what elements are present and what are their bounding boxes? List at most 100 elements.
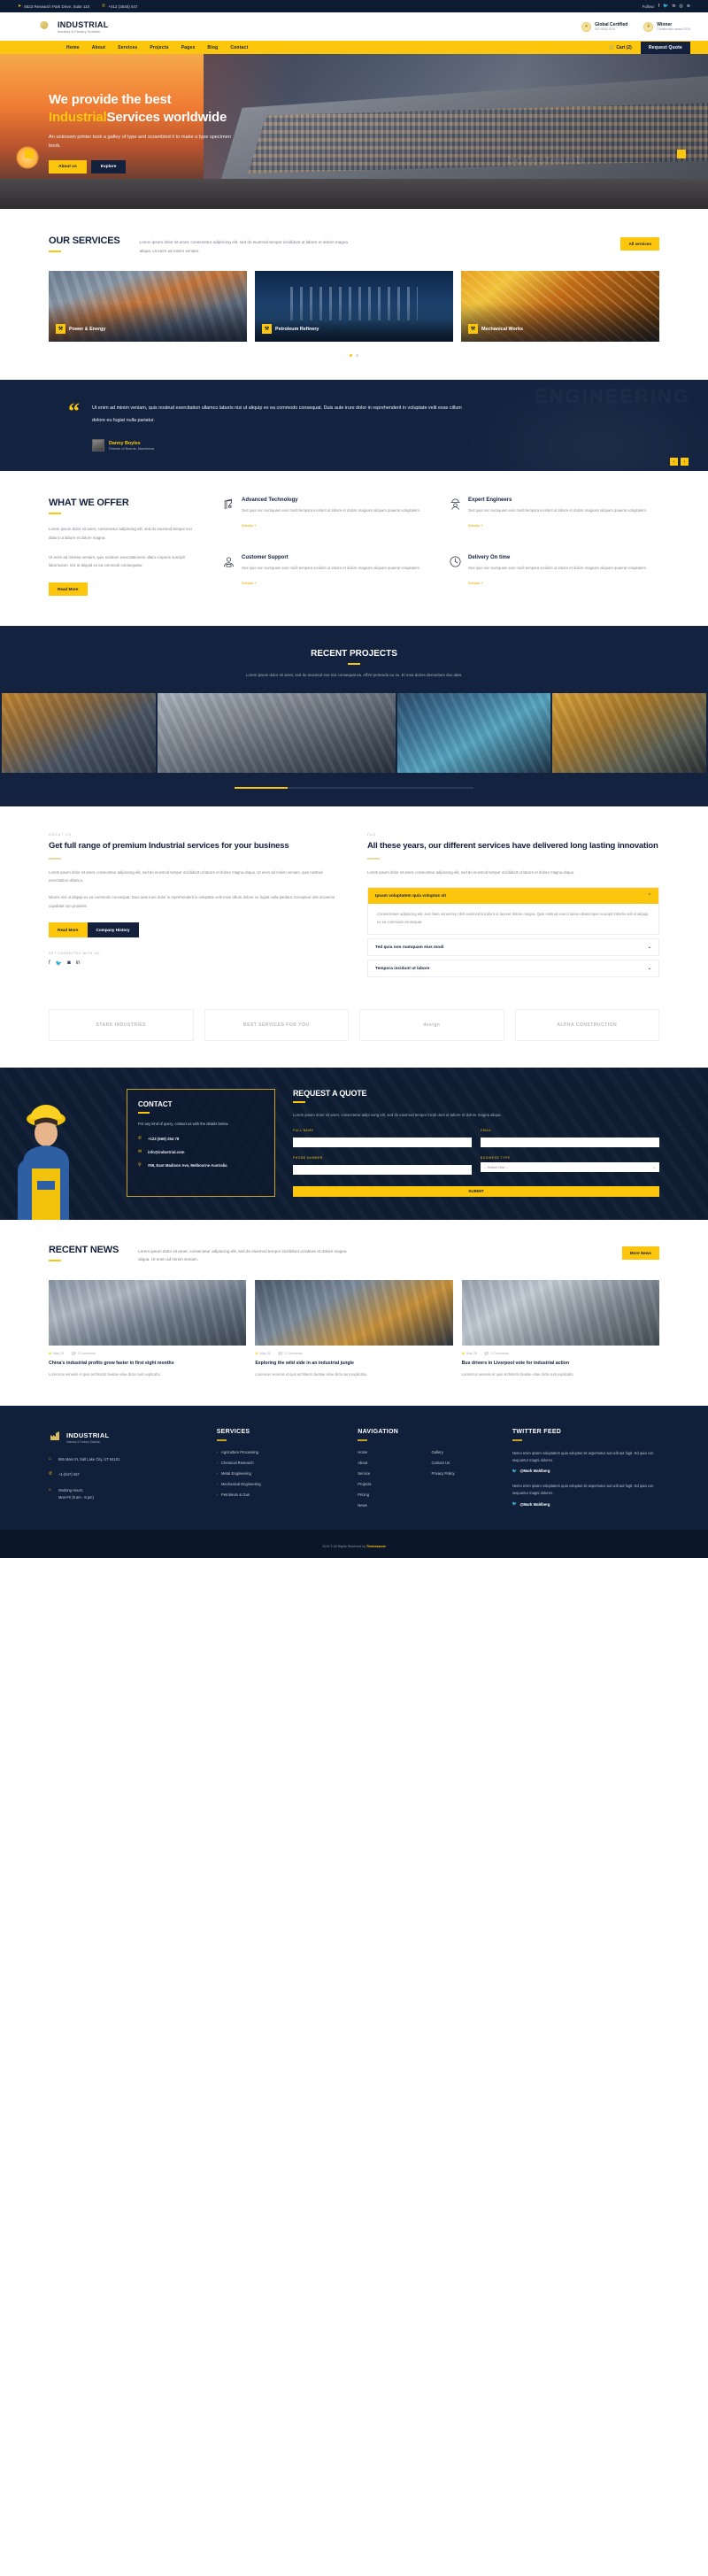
hero-explore-button[interactable]: Explore xyxy=(90,159,127,174)
nav-item-contact[interactable]: Contact xyxy=(230,45,248,50)
hero-about-button[interactable]: About us xyxy=(49,159,87,174)
carousel-dot-1[interactable] xyxy=(350,354,352,358)
footer-nav-link[interactable]: Service xyxy=(358,1471,424,1476)
phone-number-input[interactable] xyxy=(293,1164,472,1175)
contact-address-row: ⚲ #59, East Madison Ave, Melbourne Austr… xyxy=(138,1162,264,1168)
business-type-select[interactable]: -- Select One -- ⌄ xyxy=(481,1161,659,1172)
footer-service-link[interactable]: › Petroleum & Gas xyxy=(217,1492,344,1497)
footer-nav-link[interactable]: Projects xyxy=(358,1482,424,1486)
news-card[interactable]: ▤ May 25 💬 2 Comments Bus drivers in Liver… xyxy=(461,1279,659,1379)
instagram-icon[interactable]: ◙ xyxy=(67,960,71,967)
hero-slider-next[interactable] xyxy=(677,150,686,158)
footer-service-link[interactable]: › Agriculture Processing xyxy=(217,1450,344,1454)
feature-link[interactable]: Details + xyxy=(468,523,483,528)
hero-paragraph: An unknown printer took a galley of type… xyxy=(49,134,231,150)
projects-scrollbar[interactable] xyxy=(235,787,473,790)
logo-tagline: Industry & Factory Solution xyxy=(58,29,101,34)
about-read-more-button[interactable]: Read More xyxy=(49,922,88,938)
news-comments: 💬 2 Comments xyxy=(72,1351,96,1355)
footer-service-link[interactable]: › Metal Engineering xyxy=(217,1471,344,1476)
instagram-icon[interactable]: ◎ xyxy=(679,4,682,9)
project-thumbnail[interactable] xyxy=(2,693,156,774)
footer-service-link[interactable]: › Mechanical Engineering xyxy=(217,1482,344,1486)
nav-item-about[interactable]: About xyxy=(92,45,105,50)
footer-nav-link[interactable]: News xyxy=(358,1503,424,1508)
nav-item-projects[interactable]: Projects xyxy=(150,45,168,50)
feature-link[interactable]: Details + xyxy=(242,523,257,528)
request-quote-button[interactable]: Request Quote xyxy=(640,41,690,54)
topbar-phone[interactable]: ✆ +012 (3546) 547 xyxy=(102,4,137,9)
accordion-item[interactable]: Ipsam voluptatem quia voluptas sit ⌃ Con… xyxy=(367,887,659,936)
twitter-icon[interactable]: 🐦 xyxy=(56,960,62,967)
more-news-button[interactable]: More News xyxy=(621,1246,659,1260)
read-more-button[interactable]: Read More xyxy=(49,582,88,597)
footer-address: 555 Main St, Salt Lake City, UT 84101 xyxy=(58,1456,120,1462)
cart-button[interactable]: 🛒 Cart (2) xyxy=(609,45,632,50)
logo-name: INDUSTRIAL xyxy=(58,19,109,29)
news-date: ▤ May 25 xyxy=(255,1351,271,1355)
linkedin-icon[interactable]: in xyxy=(673,4,676,9)
nav-item-blog[interactable]: Blog xyxy=(207,45,218,50)
tweet-text: Nemo enim ipsam voluptatem quia voluptas… xyxy=(512,1483,654,1496)
scrollbar-thumb[interactable] xyxy=(235,787,288,790)
service-card[interactable]: ⚒ Power & Energy xyxy=(49,271,247,343)
footer-service-link[interactable]: › Chemical Research xyxy=(217,1461,344,1465)
news-card[interactable]: ▤ May 25 💬 2 Comments Exploring the wild s… xyxy=(255,1279,453,1379)
footer-nav-link[interactable]: Gallery xyxy=(432,1450,498,1454)
rss-icon[interactable]: ≋ xyxy=(687,4,690,9)
quote-title: REQUEST A QUOTE xyxy=(293,1089,367,1099)
title-underline xyxy=(49,1259,61,1261)
nav-item-pages[interactable]: Pages xyxy=(181,45,196,50)
service-card[interactable]: ⚒ Mechanical Works xyxy=(461,271,659,343)
hero-slider-prev[interactable] xyxy=(25,150,34,158)
logo[interactable]: INDUSTRIAL Industry & Factory Solution xyxy=(40,19,109,34)
site-header: INDUSTRIAL Industry & Factory Solution ★… xyxy=(0,12,708,41)
all-services-button[interactable]: All services xyxy=(620,237,659,251)
footer-nav-link[interactable]: Contact Us xyxy=(432,1461,498,1465)
feature-link[interactable]: Details + xyxy=(468,581,483,585)
offer-paragraph-2: Ut enim ad minima veniam, quis nostrum e… xyxy=(49,554,185,568)
nav-item-home[interactable]: Home xyxy=(66,45,80,50)
linkedin-icon[interactable]: in xyxy=(76,960,81,967)
company-history-button[interactable]: Company History xyxy=(87,922,139,938)
accordion-header[interactable]: Ted quia non numquam eius modi ⌄ xyxy=(368,939,658,955)
twitter-icon[interactable]: 🐦 xyxy=(663,4,668,9)
footer-nav-link[interactable]: Privacy Policy xyxy=(432,1471,498,1476)
testimonial-next-button[interactable]: › xyxy=(681,458,689,467)
project-thumbnail[interactable] xyxy=(157,693,396,774)
feature-link[interactable]: Details + xyxy=(242,581,257,585)
offer-paragraph-1: Lorem ipsum dolor sit amet, consectetur … xyxy=(49,527,192,540)
facebook-icon[interactable]: f xyxy=(658,4,659,9)
location-icon: ➤ xyxy=(18,4,22,9)
tweet-handle[interactable]: 🐦 @Mark Wahlberg xyxy=(512,1469,659,1474)
projects-title: RECENT PROJECTS xyxy=(311,649,397,659)
submit-button[interactable]: SUBMIT xyxy=(293,1185,659,1197)
accordion-header[interactable]: Tempora incidunt ut labore ⌄ xyxy=(368,960,658,976)
accordion-header[interactable]: Ipsam voluptatem quia voluptas sit ⌃ xyxy=(368,888,658,905)
footer-phone-row[interactable]: ✆ +1-(547)-257 xyxy=(49,1471,203,1478)
email-input[interactable] xyxy=(481,1137,659,1147)
full-name-input[interactable] xyxy=(293,1137,472,1147)
facebook-icon[interactable]: f xyxy=(49,960,50,967)
news-headline: China's industrial profits grow faster i… xyxy=(49,1360,174,1366)
footer-nav-link[interactable]: Pricing xyxy=(358,1492,424,1497)
contact-email-row[interactable]: ✉ info@industrial.com xyxy=(138,1149,264,1155)
footer-nav-link[interactable]: Home xyxy=(358,1450,424,1454)
field-label: EMAIL xyxy=(481,1128,492,1132)
footer-logo[interactable]: INDUSTRIAL Industry & Factory Solution xyxy=(49,1429,203,1447)
project-thumbnail[interactable] xyxy=(552,693,706,774)
service-card[interactable]: ⚒ Petroleum Refinery xyxy=(255,271,453,343)
testimonial-prev-button[interactable]: ‹ xyxy=(670,458,678,467)
contact-phone-row[interactable]: ✆ +123 (569) 254 78 xyxy=(138,1136,264,1142)
news-card[interactable]: ▤ May 25 💬 2 Comments China's industrial p… xyxy=(49,1279,247,1379)
carousel-dot-2[interactable] xyxy=(356,354,358,358)
tweet-handle[interactable]: 🐦 @Mark Wahlberg xyxy=(512,1501,659,1507)
footer-nav-link[interactable]: About xyxy=(358,1461,424,1465)
accordion-item[interactable]: Ted quia non numquam eius modi ⌄ xyxy=(367,938,659,957)
accordion-item[interactable]: Tempora incidunt ut labore ⌄ xyxy=(367,960,659,978)
support-icon xyxy=(222,555,235,568)
project-thumbnail[interactable] xyxy=(396,693,551,774)
cart-label: Cart (2) xyxy=(616,44,632,50)
footer-address-row: ⌂ 555 Main St, Salt Lake City, UT 84101 xyxy=(49,1456,203,1463)
nav-item-services[interactable]: Services xyxy=(118,45,137,50)
